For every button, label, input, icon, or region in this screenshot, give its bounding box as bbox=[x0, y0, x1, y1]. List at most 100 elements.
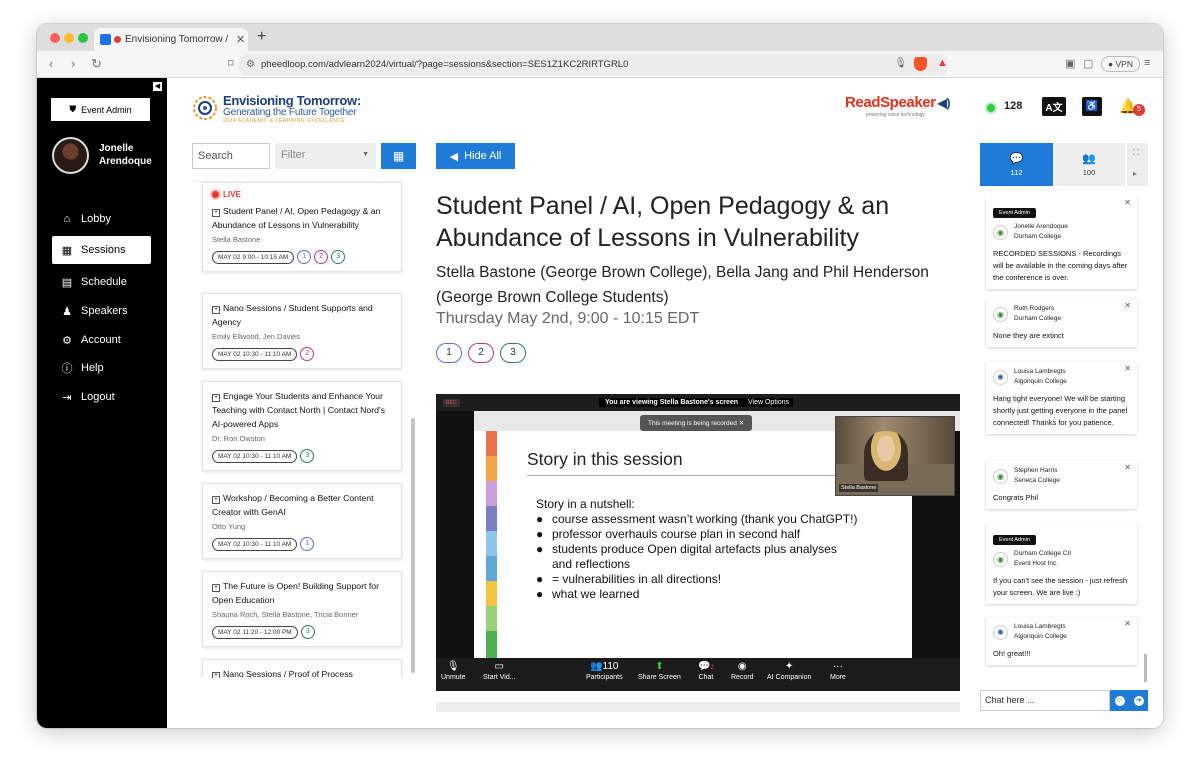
search-input[interactable]: Search bbox=[192, 143, 270, 169]
calendar-view-button[interactable]: ▦ bbox=[381, 143, 416, 169]
share-screen-button[interactable]: ⬆ Share Screen bbox=[638, 661, 681, 681]
emoji-icon[interactable]: ☺ bbox=[1114, 695, 1125, 706]
session-card[interactable]: + Nano Sessions / Proof of Process bbox=[202, 659, 402, 678]
session-video-player[interactable]: REC You are viewing Stella Bastone's scr… bbox=[436, 394, 960, 691]
back-icon[interactable]: ‹ bbox=[49, 56, 53, 71]
close-tab-icon[interactable]: ✕ bbox=[236, 33, 245, 46]
start-video-button[interactable]: ▭ Start Vid... bbox=[483, 661, 516, 681]
vpn-button[interactable]: ● VPN bbox=[1101, 56, 1140, 72]
add-to-schedule-icon[interactable]: + bbox=[212, 496, 220, 504]
session-list-scrollbar[interactable] bbox=[411, 418, 415, 673]
user-avatar[interactable] bbox=[52, 137, 89, 174]
track-badge: 3 bbox=[300, 449, 315, 463]
track-badge[interactable]: 1 bbox=[436, 343, 462, 363]
sidebar-item-speakers[interactable]: ♟ Speakers bbox=[52, 297, 151, 325]
add-to-schedule-icon[interactable]: + bbox=[212, 306, 220, 314]
chat-bubble-icon: 💬 bbox=[1009, 153, 1024, 165]
bookmark-icon[interactable]: ⌑ bbox=[228, 57, 234, 70]
site-settings-icon[interactable]: ⚙ bbox=[246, 59, 255, 70]
close-window-dot[interactable] bbox=[50, 33, 60, 43]
chat-input[interactable]: Chat here ... bbox=[980, 690, 1110, 711]
home-icon: ⌂ bbox=[63, 213, 71, 225]
close-icon[interactable]: ✕ bbox=[1124, 463, 1131, 472]
session-title-text: Nano Sessions / Student Supports and Age… bbox=[212, 303, 373, 327]
tile-name: Stella Bastone bbox=[839, 484, 879, 492]
address-bar[interactable]: ⚙ pheedloop.com/advlearn2024/virtual/?pa… bbox=[239, 54, 947, 75]
brave-shield-icon[interactable] bbox=[914, 57, 927, 71]
readspeaker-logo[interactable]: ReadSpeaker ◀) bbox=[845, 94, 951, 111]
tab-people[interactable]: 👥 100 bbox=[1053, 143, 1125, 186]
record-button[interactable]: ◉ Record bbox=[731, 661, 754, 681]
chat-button[interactable]: 💬2 Chat bbox=[698, 661, 714, 681]
online-count: 128 bbox=[1004, 100, 1023, 112]
sidebar-toggle-icon[interactable]: ▣ bbox=[1065, 57, 1075, 70]
translate-icon[interactable]: A文 bbox=[1042, 97, 1066, 116]
message-header: ✺ Louisa Lambregts Algonquin College bbox=[993, 367, 1130, 387]
accessibility-icon[interactable]: ♿ bbox=[1082, 97, 1102, 116]
event-admin-button[interactable]: ⛊ Event Admin bbox=[51, 98, 150, 121]
expand-icon[interactable]: ⛶ bbox=[1133, 148, 1139, 158]
sidebar-item-lobby[interactable]: ⌂ Lobby bbox=[52, 205, 151, 233]
message-text: None they are extinct bbox=[993, 331, 1064, 340]
speaker-video-tile[interactable]: Stella Bastone bbox=[835, 416, 955, 496]
slide-bullet-text: = vulnerabilities in all directions! bbox=[552, 572, 722, 586]
message-header: ◉ Ruth Rodgers Durham College bbox=[993, 304, 1130, 324]
add-to-schedule-icon[interactable]: + bbox=[212, 394, 220, 402]
close-icon[interactable]: ✕ bbox=[739, 420, 744, 427]
sidebar-item-help[interactable]: ⓘ Help bbox=[52, 354, 151, 382]
session-card[interactable]: + Nano Sessions / Student Supports and Ag… bbox=[202, 293, 402, 369]
view-options-button[interactable]: View Options bbox=[744, 398, 794, 407]
menu-icon[interactable]: ≡ bbox=[1144, 57, 1150, 69]
info-icon: ⓘ bbox=[61, 363, 73, 375]
close-icon[interactable]: ✕ bbox=[1124, 364, 1131, 373]
add-to-schedule-icon[interactable]: + bbox=[212, 584, 220, 592]
sidebar-item-sessions[interactable]: ▦ Sessions bbox=[52, 236, 151, 264]
add-to-schedule-icon[interactable]: + bbox=[212, 209, 220, 217]
ai-companion-button[interactable]: ✦ AI Companion bbox=[767, 661, 811, 681]
session-card[interactable]: + The Future is Open! Building Support fo… bbox=[202, 571, 402, 647]
zoom-control-bar: 🎙 Unmute ▭ Start Vid... 👥110 Participants ⬆… bbox=[436, 658, 960, 691]
chat-icon: 💬2 bbox=[698, 661, 714, 672]
add-to-schedule-icon[interactable]: + bbox=[212, 672, 220, 678]
collapse-sidebar-icon[interactable]: ◀ bbox=[153, 82, 162, 91]
reload-icon[interactable]: ↻ bbox=[91, 56, 102, 72]
browser-tab[interactable]: Envisioning Tomorrow / 2024 ✕ bbox=[94, 28, 248, 51]
hide-all-button[interactable]: ◀ Hide All bbox=[436, 143, 515, 169]
session-card[interactable]: + Workshop / Becoming a Better Content Cr… bbox=[202, 483, 402, 559]
minimize-window-dot[interactable] bbox=[64, 33, 74, 43]
session-card[interactable]: LIVE + Student Panel / AI, Open Pedagogy … bbox=[202, 182, 402, 272]
sidebar-item-account[interactable]: ⚙ Account bbox=[52, 326, 151, 354]
tab-chat[interactable]: 💬 112 bbox=[980, 143, 1053, 186]
close-icon[interactable]: ✕ bbox=[1124, 301, 1131, 310]
chevron-down-icon: ▼ bbox=[362, 151, 369, 158]
chat-scrollbar[interactable] bbox=[1144, 654, 1147, 682]
brave-rewards-icon[interactable]: ▲ bbox=[937, 57, 948, 69]
participants-button[interactable]: 👥110 Participants bbox=[586, 661, 623, 681]
sidebar-item-schedule[interactable]: ▤ Schedule bbox=[52, 268, 151, 296]
filter-select[interactable]: Filter ▼ bbox=[275, 143, 376, 169]
ai-companion-label: AI Companion bbox=[767, 674, 812, 681]
session-title-text: The Future is Open! Building Support for… bbox=[212, 581, 379, 605]
logout-icon: ⇥ bbox=[62, 391, 72, 404]
forward-icon[interactable]: › bbox=[71, 56, 75, 71]
close-icon[interactable]: ✕ bbox=[1124, 619, 1131, 628]
message-header: ✺ Louisa Lambregts Algonquin College bbox=[993, 622, 1130, 642]
session-title-text: Engage Your Students and Enhance Your Te… bbox=[212, 391, 385, 429]
track-badge[interactable]: 3 bbox=[500, 343, 526, 363]
new-tab-icon[interactable]: + bbox=[257, 28, 266, 46]
collapse-panel-icon[interactable]: ▸ bbox=[1133, 169, 1137, 178]
more-button[interactable]: ··· More bbox=[830, 661, 846, 681]
unmute-button[interactable]: 🎙 Unmute bbox=[441, 661, 466, 681]
session-heading: Student Panel / AI, Open Pedagogy & an A… bbox=[436, 192, 890, 252]
sidebar-item-logout[interactable]: ⇥ Logout bbox=[52, 383, 151, 411]
send-icon[interactable]: ➜ bbox=[1133, 695, 1144, 706]
wallet-icon[interactable]: ▢ bbox=[1083, 57, 1093, 70]
session-time: MAY 02 11:20 - 12:00 PM bbox=[212, 625, 298, 639]
slide-bullet: ● course assessment wasn’t working (thank… bbox=[536, 512, 858, 526]
track-badge[interactable]: 2 bbox=[468, 343, 494, 363]
session-card[interactable]: + Engage Your Students and Enhance Your T… bbox=[202, 381, 402, 471]
maximize-window-dot[interactable] bbox=[78, 33, 88, 43]
microphone-icon[interactable]: 🎙 bbox=[894, 58, 907, 69]
close-icon[interactable]: ✕ bbox=[1124, 198, 1131, 207]
rec-indicator: REC bbox=[443, 399, 460, 407]
